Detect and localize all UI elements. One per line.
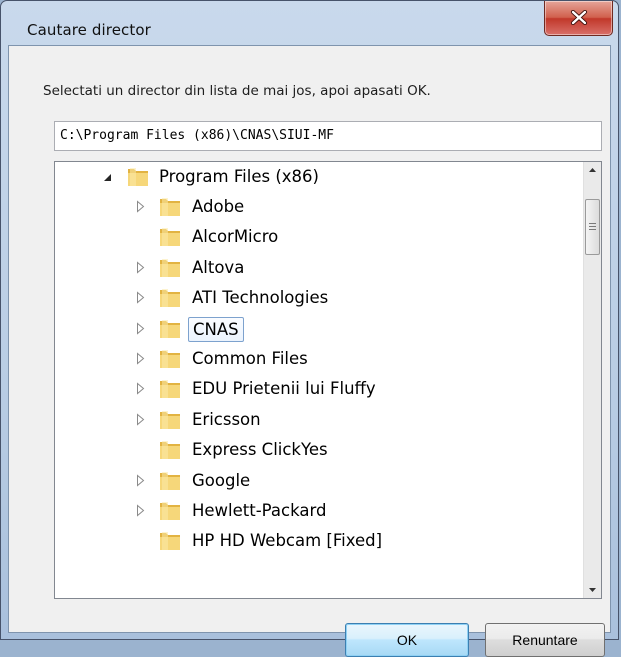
tree-item[interactable]: ATI Technologies xyxy=(55,283,583,313)
tree-root-item[interactable]: Program Files (x86) xyxy=(55,162,583,192)
title-bar[interactable]: Cautare director xyxy=(1,1,618,45)
tree-item-label: AlcorMicro xyxy=(192,227,279,247)
collapsed-arrow-icon[interactable] xyxy=(136,382,145,395)
scroll-grip-line xyxy=(589,226,596,227)
tree-item-label: Hewlett-Packard xyxy=(192,501,327,520)
tree-item-label: CNAS xyxy=(188,316,244,342)
collapsed-arrow-icon[interactable] xyxy=(136,352,145,365)
tree-item[interactable]: Google xyxy=(55,466,583,496)
folder-icon xyxy=(160,410,180,429)
scroll-up-button[interactable] xyxy=(584,162,601,179)
folder-icon xyxy=(160,198,180,216)
tree-item-label: Ericsson xyxy=(192,409,261,429)
folder-icon xyxy=(160,441,180,460)
scroll-thumb[interactable] xyxy=(585,199,600,255)
dialog-client-area: Selectati un director din lista de mai j… xyxy=(8,45,611,657)
tree-item-label: HP HD Webcam [Fixed] xyxy=(192,531,383,551)
tree-item[interactable]: Common Files xyxy=(55,344,583,374)
collapsed-arrow-icon[interactable] xyxy=(136,504,145,517)
tree-item[interactable]: CNAS xyxy=(55,314,583,344)
collapsed-arrow-icon[interactable] xyxy=(136,261,145,274)
folder-icon xyxy=(160,502,180,520)
scroll-grip-line xyxy=(589,229,596,230)
tree-item-label: Altova xyxy=(192,257,245,277)
collapsed-arrow-icon[interactable] xyxy=(136,413,145,426)
tree-item[interactable]: EDU Prietenii lui Fluffy xyxy=(55,374,583,404)
collapsed-arrow-icon[interactable] xyxy=(136,200,145,213)
scroll-grip-line xyxy=(589,223,596,224)
cancel-button[interactable]: Renuntare xyxy=(485,623,605,657)
tree-item-label: EDU Prietenii lui Fluffy xyxy=(192,379,376,399)
expanded-arrow-icon[interactable] xyxy=(103,173,112,182)
tree-scrollbar[interactable] xyxy=(583,162,601,598)
instruction-text: Selectati un director din lista de mai j… xyxy=(43,83,431,99)
folder-icon xyxy=(128,168,148,186)
folder-tree[interactable]: Program Files (x86) Adobe AlcorMicro Altov… xyxy=(54,161,602,599)
tree-item[interactable]: HP HD Webcam [Fixed] xyxy=(55,526,583,556)
collapsed-arrow-icon[interactable] xyxy=(136,322,145,335)
collapsed-arrow-icon[interactable] xyxy=(136,291,145,304)
ok-button[interactable]: OK xyxy=(345,623,469,657)
folder-icon xyxy=(160,289,180,308)
folder-icon xyxy=(160,532,180,551)
tree-item[interactable]: AlcorMicro xyxy=(55,222,583,252)
collapsed-arrow-icon[interactable] xyxy=(136,474,145,487)
scroll-down-button[interactable] xyxy=(584,581,601,598)
tree-item[interactable]: Hewlett-Packard xyxy=(55,496,583,526)
scroll-down-arrow-icon xyxy=(589,588,596,592)
tree-item-label: Adobe xyxy=(192,197,245,216)
folder-icon xyxy=(160,258,180,277)
tree-item-label: Common Files xyxy=(192,349,308,368)
window-title: Cautare director xyxy=(27,21,151,39)
tree-item[interactable]: Adobe xyxy=(55,192,583,222)
path-field[interactable]: C:\Program Files (x86)\CNAS\SIUI-MF xyxy=(54,121,602,151)
close-icon xyxy=(570,10,588,25)
tree-item[interactable]: Ericsson xyxy=(55,405,583,435)
tree-item-label: Express ClickYes xyxy=(192,440,328,460)
close-button[interactable] xyxy=(544,1,613,36)
scroll-up-arrow-icon xyxy=(589,168,596,172)
folder-icon xyxy=(160,319,180,338)
tree-item-label: ATI Technologies xyxy=(192,288,329,308)
dialog-window: Cautare director Selectati un director d… xyxy=(0,0,619,657)
folder-icon xyxy=(160,471,180,490)
folder-icon xyxy=(160,228,180,247)
tree-item-label: Google xyxy=(192,470,251,490)
tree-item[interactable]: Altova xyxy=(55,253,583,283)
folder-icon xyxy=(160,380,180,399)
tree-item[interactable]: Express ClickYes xyxy=(55,435,583,465)
tree-item-label: Program Files (x86) xyxy=(159,167,319,186)
folder-icon xyxy=(160,350,180,368)
